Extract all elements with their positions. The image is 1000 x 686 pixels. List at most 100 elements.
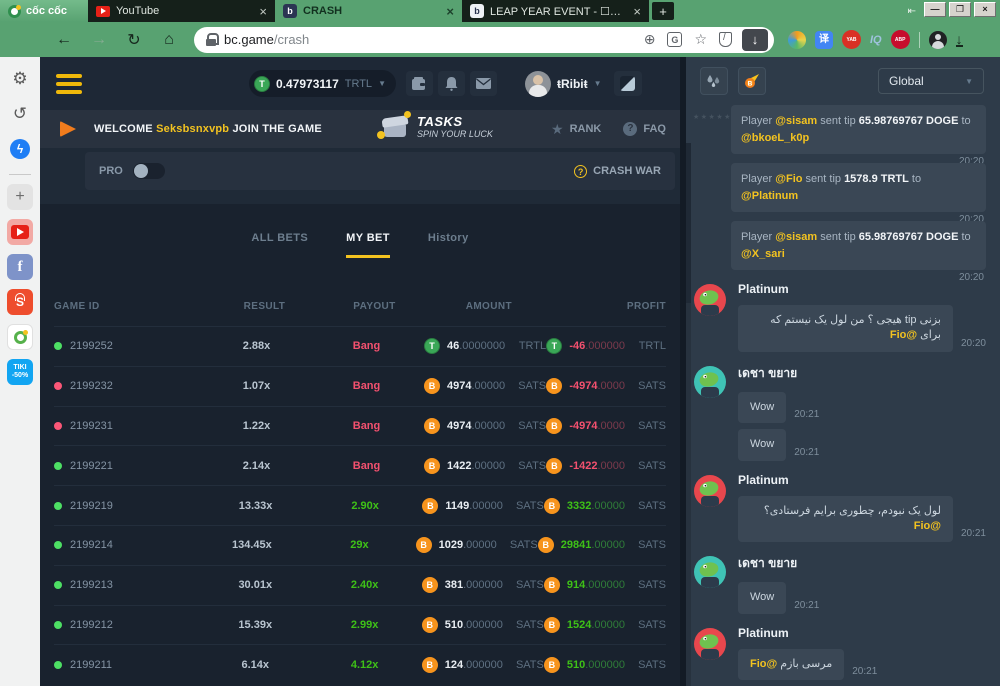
rank-link[interactable]: ★RANK xyxy=(551,121,601,138)
chat-avatar[interactable] xyxy=(694,475,726,507)
youtube-shortcut-icon[interactable] xyxy=(7,219,33,245)
chat-avatar[interactable] xyxy=(694,284,726,316)
table-row[interactable]: 2199213 30.01x 2.40x 381.000000 SATS 914… xyxy=(54,565,666,605)
chat-toggle-button[interactable] xyxy=(614,71,642,96)
pro-toggle[interactable] xyxy=(133,163,165,179)
table-row[interactable]: 2199211 6.14x 4.12x 124.000000 SATS 510.… xyxy=(54,644,666,684)
zoom-icon[interactable]: ⊕ xyxy=(644,31,656,48)
download-page-icon[interactable]: ↓ xyxy=(742,29,768,51)
extension-yab-icon[interactable]: YAB xyxy=(842,30,861,49)
tip-recipient[interactable]: @Platinum xyxy=(741,190,798,202)
crash-war-icon: ? xyxy=(574,165,587,178)
extension-abp-icon[interactable]: ABP xyxy=(891,30,910,49)
reload-icon[interactable]: ↻ xyxy=(123,30,145,50)
tiki-shortcut-icon[interactable]: TIKI-50% xyxy=(7,359,33,385)
extension-iq-icon[interactable]: IQ xyxy=(870,34,882,46)
game-id[interactable]: 2199211 xyxy=(70,659,112,671)
coccoc-shortcut-icon[interactable] xyxy=(7,324,33,350)
user-avatar[interactable] xyxy=(525,71,551,97)
chat-avatar[interactable] xyxy=(694,366,726,398)
browser-tab[interactable]: YouTube × xyxy=(88,0,275,22)
crash-war-link[interactable]: ?CRASH WAR xyxy=(574,165,661,178)
extension-translate-icon[interactable]: 译 xyxy=(815,31,833,49)
new-tab-button[interactable]: + xyxy=(652,2,674,20)
tabstrip-collapse-icon[interactable]: ⇤ xyxy=(908,6,916,17)
browser-tab[interactable]: LEAP YEAR EVENT - ☐Event - × xyxy=(462,0,649,22)
tab-close-icon[interactable]: × xyxy=(633,5,641,18)
minimize-button[interactable]: — xyxy=(924,2,946,17)
status-dot xyxy=(54,621,62,629)
browser-profile-icon[interactable] xyxy=(929,31,947,49)
tab-close-icon[interactable]: × xyxy=(446,5,454,18)
home-icon[interactable]: ⌂ xyxy=(158,31,180,49)
messenger-icon[interactable]: ϟ xyxy=(7,136,33,162)
settings-gear-icon[interactable]: ⚙ xyxy=(7,66,33,92)
tip-recipient[interactable]: @X_sari xyxy=(741,248,785,260)
tab-close-icon[interactable]: × xyxy=(259,5,267,18)
bets-tab[interactable]: History xyxy=(428,232,469,258)
downloads-icon[interactable]: ↓ xyxy=(956,33,963,47)
table-row[interactable]: 2199219 13.33x 2.90x 1149.00000 SATS 333… xyxy=(54,485,666,525)
game-id[interactable]: 2199213 xyxy=(70,579,113,591)
chat-avatar[interactable] xyxy=(694,556,726,588)
table-row[interactable]: 2199214 134.45x 29x 1029.00000 SATS 2984… xyxy=(54,525,666,565)
balance-selector[interactable]: 0.47973117 TRTL ▼ xyxy=(249,70,396,97)
mention-link[interactable]: @Fio xyxy=(890,329,917,341)
game-id[interactable]: 2199231 xyxy=(70,420,113,432)
chat-username[interactable]: Platinum xyxy=(738,626,986,640)
extension-idm-icon[interactable] xyxy=(788,31,806,49)
url-text[interactable]: bc.game/crash xyxy=(224,32,638,47)
browser-tab[interactable]: CRASH × xyxy=(275,0,462,22)
back-icon[interactable]: ← xyxy=(53,31,75,49)
shopee-shortcut-icon[interactable]: S xyxy=(7,289,33,315)
tasks-link[interactable]: TASKS SPIN YOUR LUCK xyxy=(381,114,493,139)
history-icon[interactable]: ↺ xyxy=(7,101,33,127)
adblock-shield-icon[interactable] xyxy=(719,32,732,47)
mention-link[interactable]: @Fio xyxy=(750,658,777,670)
coccoc-menu-button[interactable]: cốc cốc xyxy=(0,0,88,22)
result-value: 1.07x xyxy=(204,380,309,392)
messages-button[interactable] xyxy=(470,71,497,96)
table-row[interactable]: 2199232 1.07x Bang 4974.00000 SATS -4974… xyxy=(54,366,666,406)
table-row[interactable]: 2199221 2.14x Bang 1422.00000 SATS -1422… xyxy=(54,445,666,485)
translate-icon[interactable]: G xyxy=(667,32,682,47)
tip-sender[interactable]: @sisam xyxy=(775,231,817,243)
close-button[interactable]: × xyxy=(974,2,996,17)
table-row[interactable]: 2199252 2.88x Bang 46.0000000 TRTL -46.0… xyxy=(54,326,666,366)
bets-tab[interactable]: MY BET xyxy=(346,232,390,258)
bets-tab[interactable]: ALL BETS xyxy=(251,232,308,258)
tip-message: ★★★★★ Player @sisam sent tip 65.98769767… xyxy=(693,221,986,270)
hamburger-menu-icon[interactable] xyxy=(56,74,82,94)
chat-username[interactable]: เดชา ขยาย xyxy=(738,554,986,573)
table-row[interactable]: 2199231 1.22x Bang 4974.00000 SATS -4974… xyxy=(54,406,666,446)
tip-recipient[interactable]: @bkoeL_k0p xyxy=(741,132,809,144)
coindrop-button[interactable]: B xyxy=(738,67,766,95)
forward-icon[interactable]: → xyxy=(88,31,110,49)
address-bar[interactable]: bc.game/crash ⊕ G ☆ ↓ xyxy=(194,27,774,53)
user-menu[interactable]: ŧRibiŧ ▼ xyxy=(525,71,602,97)
chat-avatar[interactable] xyxy=(694,628,726,660)
chat-username[interactable]: เดชา ขยาย xyxy=(738,364,986,383)
tip-sender[interactable]: @Fio xyxy=(775,173,802,185)
wallet-button[interactable] xyxy=(406,71,433,96)
game-id[interactable]: 2199232 xyxy=(70,380,113,392)
faq-link[interactable]: ?FAQ xyxy=(623,122,666,136)
facebook-shortcut-icon[interactable]: f xyxy=(7,254,33,280)
game-id[interactable]: 2199221 xyxy=(70,460,113,472)
game-id[interactable]: 2199252 xyxy=(70,340,113,352)
notifications-button[interactable] xyxy=(438,71,465,96)
game-id[interactable]: 2199219 xyxy=(70,500,113,512)
tip-sender[interactable]: @sisam xyxy=(775,115,817,127)
rain-button[interactable] xyxy=(700,67,728,95)
game-id[interactable]: 2199212 xyxy=(70,619,113,631)
tip-message: ★★★★★ Player @sisam sent tip 65.98769767… xyxy=(693,105,986,154)
mention-link[interactable]: @Fio xyxy=(914,520,941,532)
chat-username[interactable]: Platinum xyxy=(738,473,986,487)
maximize-button[interactable]: ❐ xyxy=(949,2,971,17)
table-row[interactable]: 2199212 15.39x 2.99x 510.000000 SATS 152… xyxy=(54,605,666,645)
game-id[interactable]: 2199214 xyxy=(70,539,113,551)
chat-channel-select[interactable]: Global ▼ xyxy=(878,68,984,94)
bookmark-star-icon[interactable]: ☆ xyxy=(694,31,707,48)
chat-username[interactable]: Platinum xyxy=(738,282,986,296)
add-shortcut-button[interactable]: + xyxy=(7,184,33,210)
